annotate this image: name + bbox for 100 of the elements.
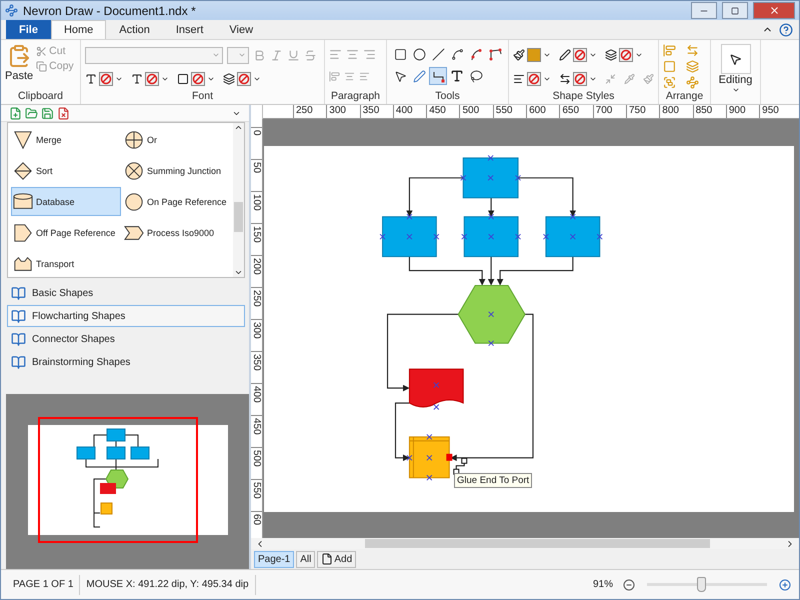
save-icon[interactable] [41, 106, 54, 120]
editing-button[interactable] [720, 44, 750, 74]
shape-item[interactable]: Or [122, 125, 232, 154]
connector-line [406, 177, 464, 217]
scroll-down-icon[interactable] [234, 268, 243, 277]
group-label: Tools [434, 89, 461, 104]
page-tab[interactable]: All [296, 550, 316, 568]
shape-item[interactable]: On Page Reference [122, 187, 232, 216]
outline-color-button[interactable] [131, 72, 169, 86]
ellipse-icon [412, 48, 426, 60]
ribbon-tab[interactable]: Action [106, 20, 163, 39]
maximize-button[interactable] [722, 2, 748, 19]
page-icon [321, 553, 334, 565]
text-color-button[interactable] [85, 72, 123, 86]
ruler-label: 250 [251, 287, 262, 319]
rectangle-icon [394, 48, 406, 60]
underline-icon [287, 48, 300, 62]
shadow-button[interactable] [605, 48, 643, 62]
ruler-label: 850 [692, 105, 726, 118]
pen-icon [412, 70, 426, 82]
delete-file-icon[interactable] [57, 106, 70, 120]
process-box [380, 214, 440, 258]
shape-icon [13, 192, 33, 212]
close-button[interactable] [753, 2, 795, 19]
caret-icon [543, 51, 551, 59]
new-file-icon[interactable] [9, 106, 22, 120]
ruler-label: 450 [426, 105, 460, 118]
shape-icon [13, 222, 33, 242]
polyline-icon [488, 48, 502, 60]
ruler-label: 900 [726, 105, 760, 118]
overview-panel[interactable] [6, 394, 249, 569]
letter-icon [131, 73, 143, 85]
ruler-label: 150 [251, 223, 262, 255]
help-icon[interactable] [779, 23, 793, 37]
text-icon [450, 69, 464, 83]
shape-item[interactable]: Database [11, 187, 121, 216]
paste-button[interactable]: Paste [5, 42, 34, 89]
scrollbar-thumb[interactable] [234, 202, 243, 232]
process-box [460, 155, 521, 198]
shadow-color-button[interactable] [223, 72, 261, 86]
ruler-label: 200 [251, 255, 262, 287]
maximize-icon [731, 6, 739, 14]
ruler-label: 400 [251, 383, 262, 415]
window-title: Nevron Draw - Document1.ndx * [23, 4, 197, 18]
line-end-button[interactable] [559, 72, 597, 86]
ruler-label: 400 [392, 105, 426, 118]
ruler-label: 0 [251, 127, 262, 159]
background-color-button[interactable] [177, 72, 215, 86]
pointer-icon [394, 70, 406, 82]
ribbon-tab[interactable]: Insert [162, 20, 216, 39]
line-color-button[interactable] [513, 72, 551, 86]
page-tab[interactable]: Add [317, 550, 356, 568]
fill-style-button[interactable] [559, 48, 597, 62]
arrows-icon [559, 73, 571, 85]
page-tab[interactable]: Page-1 [254, 550, 294, 568]
folder-icon[interactable] [25, 106, 38, 120]
ribbon-tab[interactable]: View [216, 20, 266, 39]
curve-icon [450, 48, 464, 60]
ruler-label: 600 [526, 105, 560, 118]
scroll-up-icon[interactable] [234, 123, 243, 132]
no-color-icon [237, 72, 251, 86]
scissors-icon [36, 46, 48, 56]
shape-icon [13, 130, 33, 150]
connector-line [518, 177, 576, 217]
no-color-icon [573, 72, 587, 86]
no-color-icon [573, 48, 587, 62]
minimize-button[interactable] [691, 2, 717, 19]
document-shape [408, 368, 464, 410]
file-menu[interactable]: File [6, 20, 51, 39]
library-item[interactable]: Connector Shapes [7, 328, 245, 350]
ruler-label: 550 [251, 479, 262, 511]
shape-item[interactable]: Process Iso9000 [122, 218, 232, 247]
status-text: PAGE 1 OF 1 [7, 574, 80, 594]
canvas-area[interactable]: Glue End To Port [263, 119, 799, 538]
tool-button[interactable] [429, 67, 447, 85]
letter-icon [85, 73, 97, 85]
zoom-in-icon[interactable] [779, 578, 791, 590]
library-item[interactable]: Brainstorming Shapes [7, 351, 245, 373]
shape-icon [13, 160, 33, 180]
shape-item[interactable]: Merge [11, 125, 121, 154]
ribbon-tab[interactable]: Home [50, 20, 106, 39]
library-item[interactable]: Basic Shapes [7, 282, 245, 304]
ruler-label: 450 [251, 415, 262, 447]
copy-icon [36, 60, 48, 72]
group-label: Shape Styles [552, 89, 616, 104]
scrollbar-thumb[interactable] [365, 539, 710, 548]
library-item[interactable]: Flowcharting Shapes [7, 305, 245, 327]
caret-icon [635, 51, 643, 59]
shape-item[interactable]: Sort [11, 156, 121, 185]
layers-icon [605, 49, 617, 61]
group-label: Font [190, 89, 214, 104]
fill-color-button[interactable] [513, 48, 551, 62]
shape-item[interactable]: Transport [11, 249, 121, 277]
ruler-label: 350 [251, 351, 262, 383]
shape-item[interactable]: Off Page Reference [11, 218, 121, 247]
arc-icon [470, 48, 482, 60]
ruler-label: 500 [251, 447, 262, 479]
shape-item[interactable]: Summing Junction [122, 156, 232, 185]
caret-icon [115, 75, 123, 83]
zoom-out-icon[interactable] [623, 578, 635, 590]
